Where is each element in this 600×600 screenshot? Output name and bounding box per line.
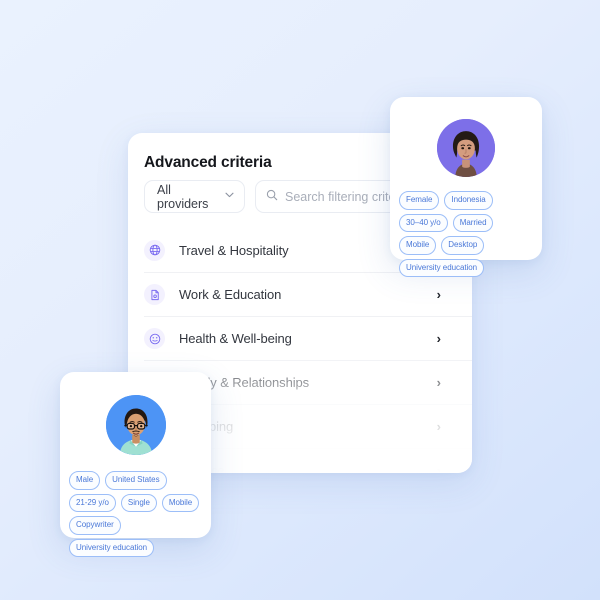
document-icon bbox=[144, 284, 165, 305]
tag[interactable]: University education bbox=[69, 538, 155, 557]
provider-select[interactable]: All providers bbox=[144, 180, 245, 213]
tag[interactable]: Indonesia bbox=[444, 191, 493, 210]
chevron-right-icon: › bbox=[436, 331, 441, 346]
tag[interactable]: United States bbox=[105, 471, 167, 490]
page-title: Advanced criteria bbox=[144, 154, 272, 171]
smiley-icon bbox=[144, 328, 165, 349]
profile-tags: Male United States 21-29 y/o Single Mobi… bbox=[60, 471, 211, 557]
provider-select-label: All providers bbox=[157, 182, 209, 211]
profile-tags: Female Indonesia 30–40 y/o Married Mobil… bbox=[390, 191, 542, 277]
tag[interactable]: University education bbox=[399, 258, 485, 277]
avatar bbox=[437, 119, 495, 177]
tag[interactable]: Female bbox=[399, 191, 440, 210]
tag[interactable]: Single bbox=[120, 493, 157, 512]
list-item[interactable]: Health & Well-being › bbox=[144, 316, 472, 360]
tag[interactable]: Male bbox=[69, 471, 101, 490]
tag[interactable]: Copywriter bbox=[69, 516, 121, 535]
chevron-right-icon: › bbox=[436, 419, 441, 434]
globe-icon bbox=[144, 239, 165, 261]
tag[interactable]: 21-29 y/o bbox=[69, 493, 116, 512]
profile-card-male: Male United States 21-29 y/o Single Mobi… bbox=[60, 372, 211, 557]
tag[interactable]: Mobile bbox=[161, 493, 200, 512]
chevron-right-icon: › bbox=[436, 463, 441, 473]
chevron-down-icon bbox=[225, 191, 234, 201]
chevron-right-icon: › bbox=[436, 287, 441, 302]
tag[interactable]: Desktop bbox=[441, 236, 485, 255]
tag[interactable]: 30–40 y/o bbox=[399, 213, 448, 232]
search-icon bbox=[266, 189, 278, 204]
tag[interactable]: Married bbox=[452, 213, 494, 232]
list-item-label: Travel & Hospitality bbox=[179, 242, 289, 258]
list-item-label: Health & Well-being bbox=[179, 331, 292, 346]
chevron-right-icon: › bbox=[436, 375, 441, 390]
avatar bbox=[105, 395, 166, 455]
profile-card-female: Female Indonesia 30–40 y/o Married Mobil… bbox=[390, 97, 542, 277]
tag[interactable]: Mobile bbox=[399, 236, 437, 255]
list-item[interactable]: Work & Education › bbox=[144, 272, 472, 316]
list-item-label: Work & Education bbox=[179, 287, 282, 302]
